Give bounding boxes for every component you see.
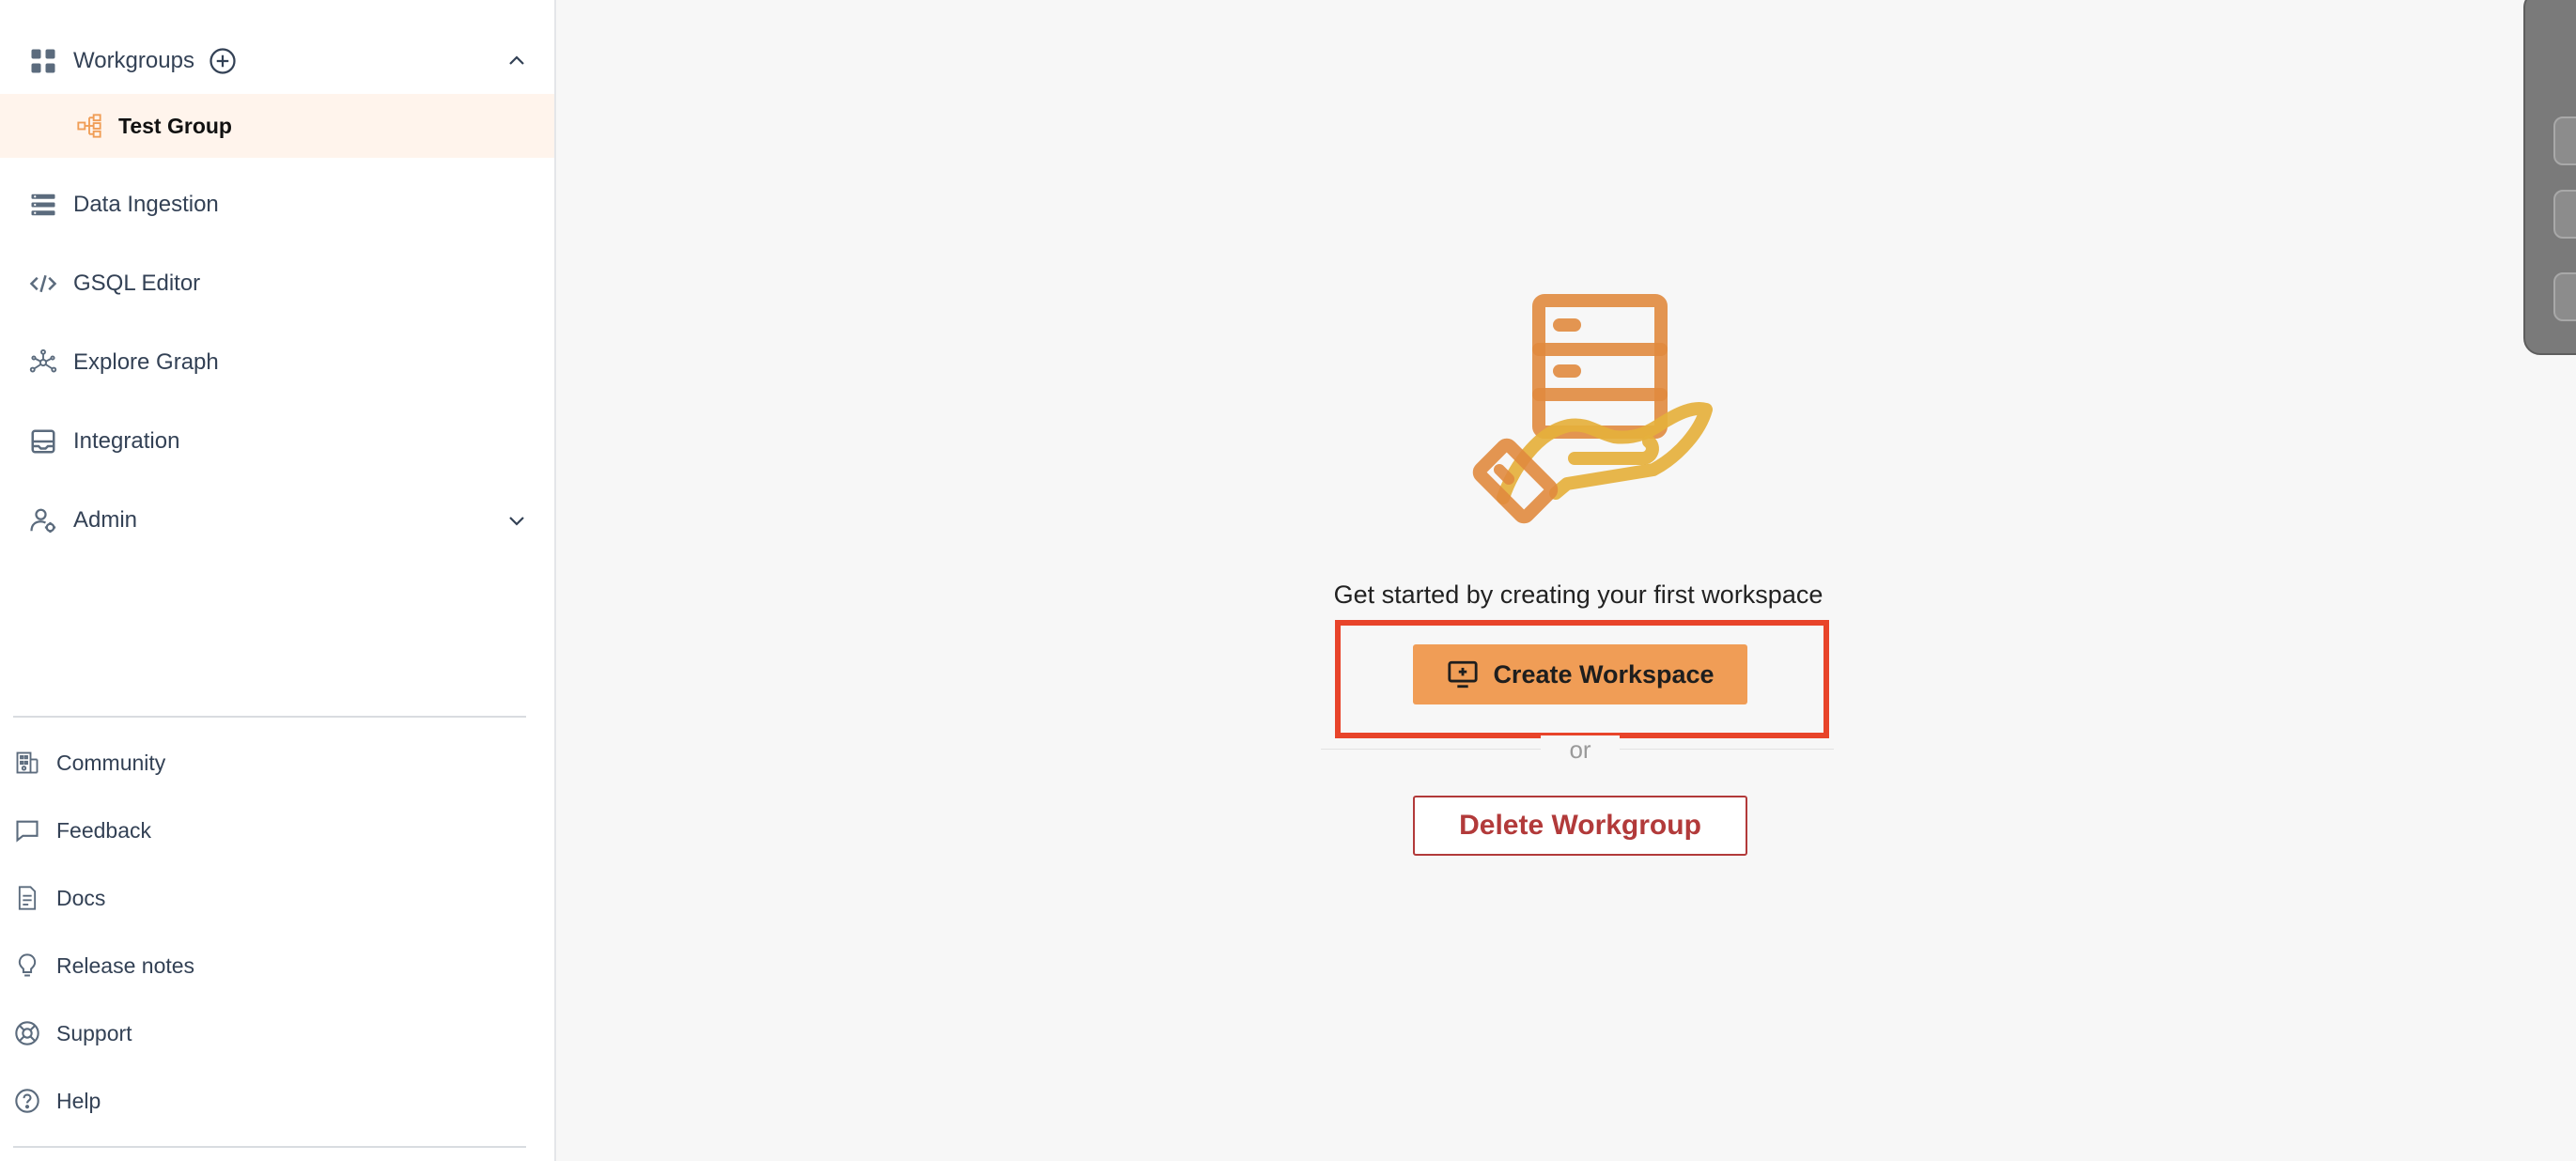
sidebar-item-explore-graph[interactable]: Explore Graph [0,330,554,395]
sidebar-link-support[interactable]: Support [0,1005,554,1061]
chevron-down-icon[interactable] [504,507,530,534]
sidebar-link-label: Release notes [56,952,195,978]
sidebar-item-label: Admin [73,507,138,533]
sidebar-link-feedback[interactable]: Feedback [0,802,554,859]
sidebar-link-label: Docs [56,885,106,910]
panel-slot[interactable] [2553,272,2576,321]
sidebar-item-label: Test Group [118,113,232,138]
sidebar-item-workgroups[interactable]: Workgroups [0,28,554,94]
sidebar-item-test-group[interactable]: Test Group [0,94,554,158]
sidebar-item-label: Explore Graph [73,349,219,375]
sidebar-item-data-ingestion[interactable]: Data Ingestion [0,172,554,238]
sidebar-link-release-notes[interactable]: Release notes [0,937,554,994]
code-icon [28,269,58,299]
sidebar-divider [13,716,526,718]
sidebar-item-gsql-editor[interactable]: GSQL Editor [0,251,554,317]
support-icon [13,1019,41,1047]
app-root: Workgroups Test Group Data Ingestion GSQ… [0,0,2576,1161]
panel-slot[interactable] [2553,116,2576,165]
sidebar-divider [13,1146,526,1148]
sidebar-item-admin[interactable]: Admin [0,488,554,553]
integration-icon [28,426,58,457]
sidebar-link-docs[interactable]: Docs [0,870,554,926]
sidebar-link-label: Community [56,750,166,775]
create-workspace-button[interactable]: Create Workspace [1413,644,1747,704]
sidebar-item-label: Data Ingestion [73,192,219,217]
sidebar: Workgroups Test Group Data Ingestion GSQ… [0,0,556,1161]
docs-icon [13,884,41,912]
sidebar-item-label: Workgroups [73,48,194,73]
workspace-illustration [1454,291,1717,554]
panel-slot[interactable] [2553,190,2576,239]
sidebar-link-label: Help [56,1088,101,1113]
sidebar-link-label: Support [56,1020,132,1045]
add-workgroup-icon[interactable] [208,46,238,76]
admin-icon [28,505,58,535]
grid-icon [28,46,58,76]
chevron-up-icon[interactable] [504,48,530,74]
graph-icon [28,348,58,378]
side-panel-edge [2523,0,2576,355]
or-separator: or [1541,735,1620,765]
sidebar-link-help[interactable]: Help [0,1073,554,1129]
sidebar-item-label: Integration [73,428,180,454]
create-workspace-label: Create Workspace [1493,659,1715,689]
sidebar-link-community[interactable]: Community [0,735,554,791]
lightbulb-icon [13,952,41,980]
sidebar-item-label: GSQL Editor [73,271,201,296]
delete-workgroup-button[interactable]: Delete Workgroup [1413,796,1747,856]
empty-state-message: Get started by creating your first works… [1333,580,1823,609]
sidebar-item-integration[interactable]: Integration [0,409,554,474]
community-icon [13,749,41,777]
feedback-icon [13,816,41,844]
data-ingestion-icon [28,190,58,220]
add-monitor-icon [1446,658,1480,691]
help-icon [13,1087,41,1115]
sidebar-link-label: Feedback [56,817,152,843]
workgroup-tree-icon [75,112,103,140]
